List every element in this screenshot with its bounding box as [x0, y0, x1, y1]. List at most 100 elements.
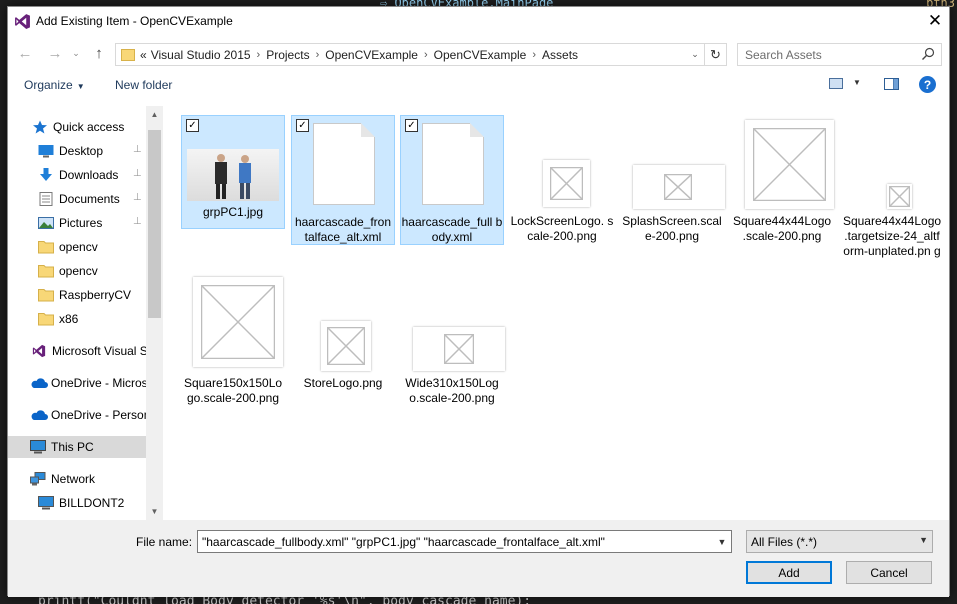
- chevron-right-icon[interactable]: ›: [257, 49, 261, 61]
- image-placeholder-icon: [543, 160, 590, 207]
- image-placeholder-icon: [413, 327, 505, 371]
- image-placeholder-icon: [321, 321, 371, 371]
- sidebar-item-desktop[interactable]: Desktop ⊥: [8, 140, 146, 162]
- refresh-icon: ↻: [710, 46, 721, 62]
- add-button[interactable]: Add: [746, 561, 832, 584]
- sidebar-item-label: Pictures: [59, 216, 103, 230]
- network-icon: [30, 472, 46, 486]
- breadcrumb-overflow[interactable]: «: [140, 48, 147, 62]
- file-list: ✓ grpPC1.jpg ✓ haarcascade_fron talface_alt…: [168, 106, 949, 520]
- file-name-input[interactable]: "haarcascade_fullbody.xml" "grpPC1.jpg" …: [197, 530, 732, 553]
- onedrive-icon: [30, 408, 48, 422]
- breadcrumb-item[interactable]: Visual Studio 2015: [151, 48, 251, 62]
- file-item[interactable]: SplashScreen.scal e-200.png: [620, 115, 725, 245]
- sidebar-item-microsoft-visual-s[interactable]: Microsoft Visual S: [8, 340, 146, 362]
- sidebar-item-raspberrycv[interactable]: RaspberryCV: [8, 284, 146, 306]
- file-item[interactable]: LockScreenLogo. scale-200.png: [510, 115, 614, 245]
- help-button[interactable]: ?: [919, 76, 936, 93]
- folder-icon: [38, 264, 54, 278]
- file-item[interactable]: StoreLogo.png: [291, 271, 395, 401]
- sidebar-item-documents[interactable]: Documents ⊥: [8, 188, 146, 210]
- caret-down-icon[interactable]: ▼: [853, 78, 861, 87]
- file-type-value: All Files (*.*): [751, 534, 818, 549]
- onedrive-icon: [30, 376, 48, 390]
- close-icon: ✕: [927, 11, 943, 30]
- breadcrumb-item[interactable]: Projects: [266, 48, 309, 62]
- sidebar-item-x86[interactable]: x86: [8, 308, 146, 330]
- folder-icon: [38, 312, 54, 326]
- file-name: haarcascade_fron talface_alt.xml: [294, 215, 392, 244]
- chevron-right-icon[interactable]: ›: [424, 49, 428, 61]
- image-placeholder-icon: [193, 277, 283, 367]
- organize-button[interactable]: Organize ▼: [24, 78, 85, 92]
- forward-button[interactable]: →: [44, 43, 66, 63]
- file-item[interactable]: Wide310x150Log o.scale-200.png: [400, 271, 505, 405]
- sidebar-item-label: BILLDONT2: [59, 496, 125, 510]
- sidebar-item-billdont2[interactable]: BILLDONT2: [8, 492, 146, 514]
- star-icon: [32, 120, 48, 134]
- sidebar-item-label: This PC: [51, 440, 94, 454]
- toolbar: Organize ▼ New folder ▼ ?: [8, 73, 949, 97]
- breadcrumb-item[interactable]: OpenCVExample: [325, 48, 418, 62]
- recent-locations-button[interactable]: ⌄: [70, 43, 82, 63]
- sidebar-item-this-pc[interactable]: This PC: [8, 436, 146, 458]
- desktop-icon: [38, 144, 54, 158]
- scroll-thumb[interactable]: [148, 130, 161, 318]
- checkbox-checked-icon[interactable]: ✓: [186, 119, 199, 132]
- folder-icon: [38, 240, 54, 254]
- sidebar-item-onedrive-person[interactable]: OneDrive - Person: [8, 404, 146, 426]
- back-button[interactable]: ←: [14, 43, 36, 63]
- nav-scrollbar[interactable]: ▲ ▼: [146, 106, 163, 520]
- sidebar-item-label: Microsoft Visual S: [52, 344, 146, 358]
- folder-icon: [38, 288, 54, 302]
- up-button[interactable]: ↑: [88, 43, 110, 63]
- download-icon: [38, 168, 54, 182]
- sidebar-item-pictures[interactable]: Pictures ⊥: [8, 212, 146, 234]
- file-item[interactable]: ✓ haarcascade_fron talface_alt.xml: [291, 115, 395, 245]
- address-dropdown-button[interactable]: ⌄: [686, 49, 704, 60]
- refresh-button[interactable]: ↻: [704, 44, 726, 65]
- sidebar-item-opencv[interactable]: opencv: [8, 260, 146, 282]
- checkbox-checked-icon[interactable]: ✓: [296, 119, 309, 132]
- file-name-label: File name:: [136, 535, 193, 549]
- scroll-up-icon[interactable]: ▲: [146, 106, 163, 123]
- sidebar-item-label: opencv: [59, 240, 98, 254]
- file-item[interactable]: Square44x44Logo .scale-200.png: [730, 115, 834, 245]
- chevron-down-icon: ▼: [919, 535, 928, 545]
- address-bar[interactable]: « Visual Studio 2015 › Projects › OpenCV…: [115, 43, 727, 66]
- close-button[interactable]: ✕: [921, 7, 949, 35]
- file-item[interactable]: ✓ haarcascade_full body.xml: [400, 115, 504, 245]
- document-icon: [313, 123, 375, 205]
- breadcrumb-item[interactable]: Assets: [542, 48, 578, 62]
- file-item[interactable]: Square150x150Lo go.scale-200.png: [181, 271, 285, 405]
- chevron-right-icon[interactable]: ›: [532, 49, 536, 61]
- dialog-footer: File name: "haarcascade_fullbody.xml" "g…: [8, 520, 949, 597]
- sidebar-item-quick-access[interactable]: Quick access: [8, 116, 146, 138]
- search-icon: [922, 47, 935, 60]
- chevron-down-icon[interactable]: ▼: [713, 531, 731, 552]
- file-name: Square44x44Logo .targetsize-24_altf orm-…: [842, 214, 942, 258]
- preview-pane-icon[interactable]: [884, 78, 899, 90]
- sidebar-item-network[interactable]: Network: [8, 468, 146, 490]
- search-input[interactable]: Search Assets: [737, 43, 942, 66]
- sidebar-item-opencv[interactable]: opencv: [8, 236, 146, 258]
- sidebar-item-onedrive-micros[interactable]: OneDrive - Micros: [8, 372, 146, 394]
- scroll-down-icon[interactable]: ▼: [146, 503, 163, 520]
- file-type-select[interactable]: All Files (*.*) ▼: [746, 530, 933, 553]
- file-item[interactable]: ✓ grpPC1.jpg: [181, 115, 285, 229]
- checkbox-checked-icon[interactable]: ✓: [405, 119, 418, 132]
- image-placeholder-icon: [633, 165, 725, 209]
- sidebar-item-label: Network: [51, 472, 96, 486]
- cancel-button[interactable]: Cancel: [846, 561, 932, 584]
- sidebar-item-downloads[interactable]: Downloads ⊥: [8, 164, 146, 186]
- chevron-right-icon[interactable]: ›: [316, 49, 320, 61]
- file-item[interactable]: Square44x44Logo .targetsize-24_altf orm-…: [840, 115, 944, 275]
- new-folder-button[interactable]: New folder: [115, 78, 172, 92]
- image-placeholder-icon: [887, 184, 912, 209]
- visual-studio-icon: [31, 344, 47, 358]
- back-arrow-icon: ←: [17, 44, 33, 62]
- pin-icon: ⊥: [133, 192, 142, 203]
- breadcrumb-item[interactable]: OpenCVExample: [434, 48, 527, 62]
- pictures-icon: [38, 216, 54, 230]
- view-options-icon[interactable]: [829, 78, 843, 89]
